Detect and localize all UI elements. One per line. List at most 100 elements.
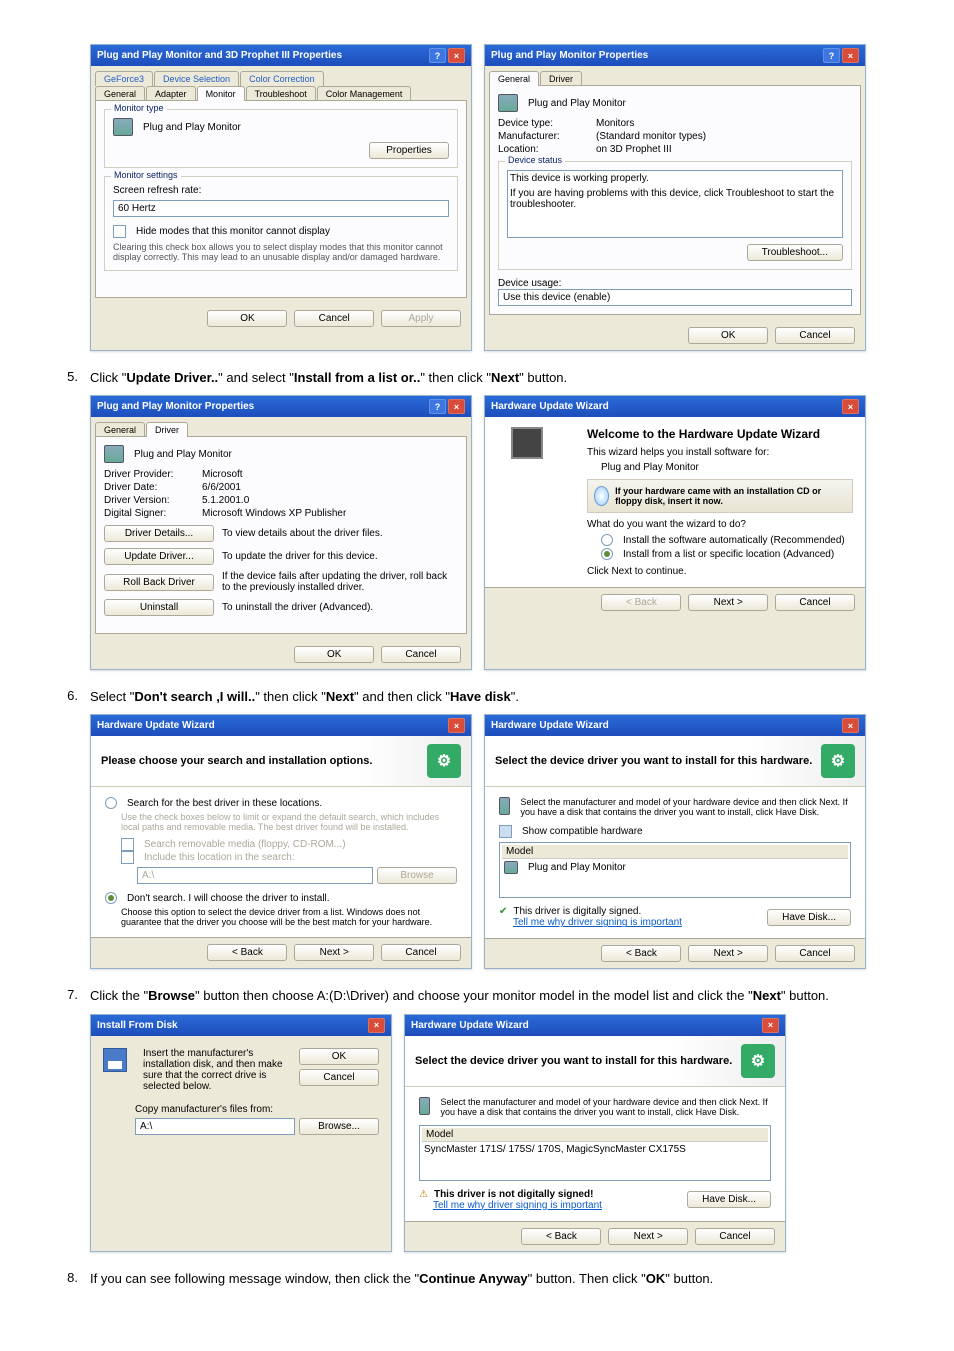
radio-search[interactable] [105,797,117,809]
next-button[interactable]: Next > [688,594,768,611]
tab-general[interactable]: General [95,86,145,101]
titlebar: Plug and Play Monitor and 3D Prophet III… [91,45,471,66]
hide-modes-checkbox[interactable] [113,225,126,238]
next-button[interactable]: Next > [688,945,768,962]
radio-list[interactable] [601,548,613,560]
step-num: 6. [60,688,78,706]
cancel-button[interactable]: Cancel [775,945,855,962]
banner-text: Select the device driver you want to ins… [415,1055,732,1067]
cancel-button[interactable]: Cancel [695,1228,775,1245]
help-button[interactable]: ? [429,399,446,414]
titlebar: Hardware Update Wizard × [485,396,865,417]
step-num: 7. [60,987,78,1005]
radio-auto[interactable] [601,534,613,546]
title: Hardware Update Wizard [411,1020,529,1031]
cancel-button[interactable]: Cancel [381,646,461,663]
close-button[interactable]: × [762,1018,779,1033]
wizard-badge-icon: ⚙ [427,744,461,778]
ok-button[interactable]: OK [207,310,287,327]
have-disk-button[interactable]: Have Disk... [767,909,851,926]
monitor-icon [498,94,518,112]
wizard-line1: This wizard helps you install software f… [587,447,853,458]
usage-label: Device usage: [498,278,852,289]
title: Hardware Update Wizard [491,401,609,412]
rollback-button[interactable]: Roll Back Driver [104,574,214,591]
signing-link[interactable]: Tell me why driver signing is important [433,1200,602,1211]
close-button[interactable]: × [448,48,465,63]
wizard-badge-icon: ⚙ [821,744,855,778]
troubleshoot-button[interactable]: Troubleshoot... [747,244,843,261]
close-button[interactable]: × [842,48,859,63]
cancel-button[interactable]: Cancel [775,594,855,611]
signing-link[interactable]: Tell me why driver signing is important [513,917,682,928]
uninstall-button[interactable]: Uninstall [104,599,214,616]
close-button[interactable]: × [448,399,465,414]
back-button[interactable]: < Back [207,944,287,961]
close-button[interactable]: × [842,718,859,733]
monitor-icon [499,797,510,815]
model-item[interactable]: SyncMaster 171S/ 175S/ 170S, MagicSyncMa… [422,1142,768,1157]
ok-button[interactable]: OK [688,327,768,344]
wizard-heading: Welcome to the Hardware Update Wizard [587,427,853,441]
tab-color-mgmt[interactable]: Color Management [317,86,412,101]
provider-label: Driver Provider: [104,469,194,480]
model-item[interactable]: Plug and Play Monitor [528,862,626,873]
ok-button[interactable]: OK [294,646,374,663]
type-value: Monitors [596,118,852,129]
refresh-select[interactable]: 60 Hertz [113,200,449,217]
close-button[interactable]: × [842,399,859,414]
back-button[interactable]: < Back [601,945,681,962]
apply-button: Apply [381,310,461,327]
manufacturer-value: (Standard monitor types) [596,131,852,142]
driver-details-button[interactable]: Driver Details... [104,525,214,542]
tab-driver[interactable]: Driver [540,71,582,86]
tab-general[interactable]: General [95,422,145,437]
chk-removable-label: Search removable media (floppy, CD-ROM..… [144,839,346,850]
disk-msg: Insert the manufacturer's installation d… [143,1048,289,1092]
close-button[interactable]: × [448,718,465,733]
type-label: Device type: [498,118,588,129]
radio-list-label: Install from a list or specific location… [623,549,834,560]
banner-text: Please choose your search and installati… [101,755,372,767]
have-disk-button[interactable]: Have Disk... [687,1191,771,1208]
cancel-button[interactable]: Cancel [381,944,461,961]
tab-adapter[interactable]: Adapter [146,86,196,101]
titlebar: Install From Disk× [91,1015,391,1036]
next-button[interactable]: Next > [294,944,374,961]
close-button[interactable]: × [368,1018,385,1033]
monitor-icon [504,861,518,874]
wizard-icon [511,427,543,459]
monitor-properties-dialog: Plug and Play Monitor Properties ?× Gene… [484,44,866,351]
signer-label: Digital Signer: [104,508,194,519]
wizard-select-model-dialog: Hardware Update Wizard × Select the devic… [404,1014,786,1252]
usage-select[interactable]: Use this device (enable) [498,289,852,306]
cancel-button[interactable]: Cancel [775,327,855,344]
browse-button[interactable]: Browse... [299,1118,379,1135]
next-button[interactable]: Next > [608,1228,688,1245]
tab-general[interactable]: General [489,71,539,86]
ok-button[interactable]: OK [299,1048,379,1065]
warning-icon: ⚠ [419,1189,428,1200]
tab-monitor[interactable]: Monitor [197,86,245,101]
help-button[interactable]: ? [823,48,840,63]
update-driver-button[interactable]: Update Driver... [104,548,214,565]
tabs-row2: General Adapter Monitor Troubleshoot Col… [91,85,471,100]
back-button[interactable]: < Back [521,1228,601,1245]
tab-geforce3[interactable]: GeForce3 [95,71,153,86]
help-button[interactable]: ? [429,48,446,63]
rollback-desc: If the device fails after updating the d… [222,571,458,593]
cancel-button[interactable]: Cancel [294,310,374,327]
path-input[interactable]: A:\ [135,1118,295,1135]
radio-auto-label: Install the software automatically (Reco… [623,535,845,546]
banner-text: Select the device driver you want to ins… [495,755,812,767]
tab-driver[interactable]: Driver [146,422,188,437]
status-line1: This device is working properly. [510,173,840,184]
radio-dont-search[interactable] [105,892,117,904]
chk-compat[interactable] [499,825,512,838]
cancel-button[interactable]: Cancel [299,1069,379,1086]
install-from-disk-dialog: Install From Disk× Insert the manufactur… [90,1014,392,1252]
properties-button[interactable]: Properties [369,142,449,159]
tab-troubleshoot[interactable]: Troubleshoot [246,86,316,101]
tab-color-correction[interactable]: Color Correction [240,71,324,86]
tab-device-selection[interactable]: Device Selection [154,71,239,86]
